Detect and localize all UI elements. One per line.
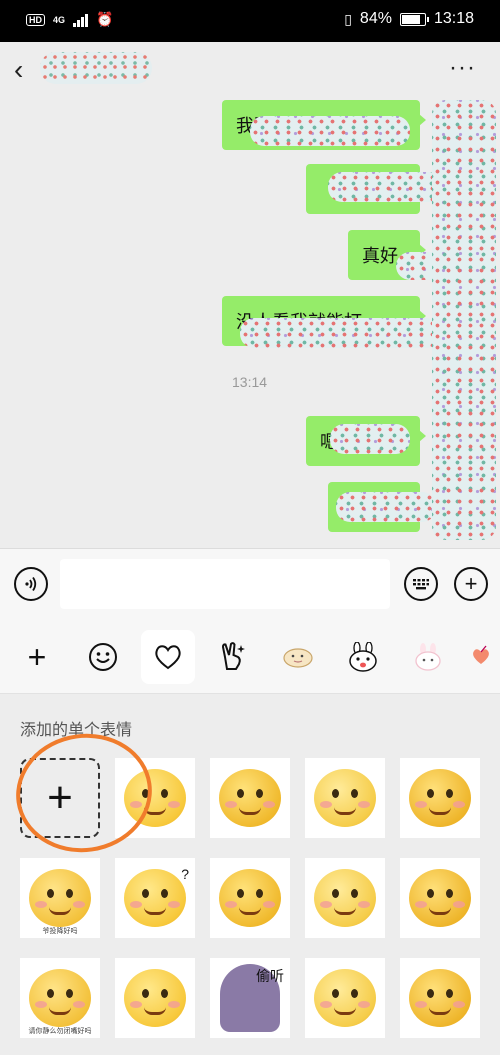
emoji-face-image	[314, 869, 376, 927]
emoji-face-image	[29, 869, 91, 927]
battery-percent: 84%	[359, 10, 392, 27]
voice-button[interactable]	[14, 567, 48, 601]
redacted-text	[250, 116, 410, 146]
chat-message-list[interactable]: 我要 真好 没人看我就能打 13:14 嗯	[0, 100, 500, 548]
sticker-item[interactable]	[305, 958, 385, 1038]
sticker-overlay-text: 偷听	[256, 968, 284, 984]
hd-badge: HD	[26, 13, 45, 26]
clock: 13:18	[433, 10, 474, 27]
heart-icon	[155, 645, 181, 670]
signal-icon	[73, 13, 89, 27]
sticker-item[interactable]: 请你静么勿闭嘴好吗	[20, 958, 100, 1038]
plus-icon: +	[27, 638, 47, 675]
panel-title: 添加的单个表情	[20, 722, 133, 739]
tab-favorites[interactable]	[141, 630, 195, 684]
emoji-face-image	[314, 969, 376, 1027]
plus-icon: +	[47, 773, 73, 822]
sticker-caption: 爷投降好吗	[42, 928, 78, 935]
voice-icon	[25, 576, 37, 592]
sticker-item[interactable]	[210, 758, 290, 838]
emoji-face-image	[219, 869, 281, 927]
keyboard-icon	[413, 579, 429, 590]
tab-sticker-pack-3[interactable]	[401, 630, 455, 684]
sticker-item[interactable]: ?	[115, 858, 195, 938]
redacted-text	[240, 318, 440, 348]
sticker-item[interactable]	[305, 858, 385, 938]
message-input[interactable]	[60, 559, 390, 609]
sticker-item[interactable]: 偷听	[210, 958, 290, 1038]
sticker-item[interactable]	[210, 858, 290, 938]
sticker-caption: 请你静么勿闭嘴好吗	[28, 1028, 92, 1035]
tab-default-emoji[interactable]	[76, 630, 130, 684]
vibrate-icon: ▯	[344, 10, 352, 27]
chat-header: ‹ ···	[0, 42, 500, 100]
redacted-text	[328, 172, 448, 202]
victory-hand-icon	[221, 642, 245, 670]
sticker-item[interactable]: 爷投降好吗	[20, 858, 100, 938]
add-sticker-button[interactable]: +	[20, 758, 100, 838]
tab-victory-sticker[interactable]	[206, 630, 260, 684]
emoji-face-image	[29, 969, 91, 1027]
alarm-icon: ⏰	[96, 11, 114, 27]
message-text: 真好	[362, 246, 398, 266]
sticker-item[interactable]	[400, 758, 480, 838]
tab-sticker-pack-4[interactable]	[466, 630, 500, 684]
network-type: 4G	[53, 14, 66, 25]
redacted-text	[336, 492, 436, 522]
battery-icon	[399, 12, 429, 26]
tab-sticker-pack-1[interactable]	[271, 630, 325, 684]
bunny-sticker-icon	[415, 643, 441, 671]
sticker-panel: 添加的单个表情 + 爷投降好吗? 请你静么勿闭嘴好吗 偷听	[0, 694, 500, 1055]
emoji-face-image	[124, 869, 186, 927]
input-bar: +	[0, 548, 500, 624]
emoji-tab-bar: +	[0, 624, 500, 694]
emoji-face-image	[124, 769, 186, 827]
keyboard-button[interactable]	[404, 567, 438, 601]
avatar-redacted[interactable]	[432, 100, 496, 540]
more-options-button[interactable]: ···	[449, 56, 476, 80]
sticker-overlay-text: ?	[181, 866, 189, 882]
more-functions-button[interactable]: +	[454, 567, 488, 601]
redacted-text	[330, 424, 410, 454]
plus-icon: +	[464, 571, 478, 596]
emoji-face-image	[314, 769, 376, 827]
tab-add-emoji[interactable]: +	[10, 630, 64, 684]
smile-icon	[89, 643, 117, 671]
sticker-item[interactable]	[115, 758, 195, 838]
sticker-item[interactable]	[305, 758, 385, 838]
rabbit-sticker-icon	[349, 642, 377, 672]
message-timestamp: 13:14	[232, 374, 268, 390]
back-arrow-icon[interactable]: ‹	[14, 56, 36, 84]
emoji-face-image	[409, 969, 471, 1027]
tab-sticker-pack-2[interactable]	[336, 630, 390, 684]
emoji-face-image	[124, 969, 186, 1027]
emoji-face-image	[409, 769, 471, 827]
sticker-pack-icon	[283, 648, 313, 668]
sticker-item[interactable]	[115, 958, 195, 1038]
emoji-face-image	[219, 769, 281, 827]
sticker-item[interactable]	[400, 958, 480, 1038]
status-bar: HD 4G ⏰ ▯ 84% 13:18	[0, 0, 500, 42]
heart-sticker-icon	[473, 645, 489, 664]
emoji-face-image	[409, 869, 471, 927]
sticker-item[interactable]	[400, 858, 480, 938]
contact-name-redacted[interactable]	[40, 52, 152, 84]
